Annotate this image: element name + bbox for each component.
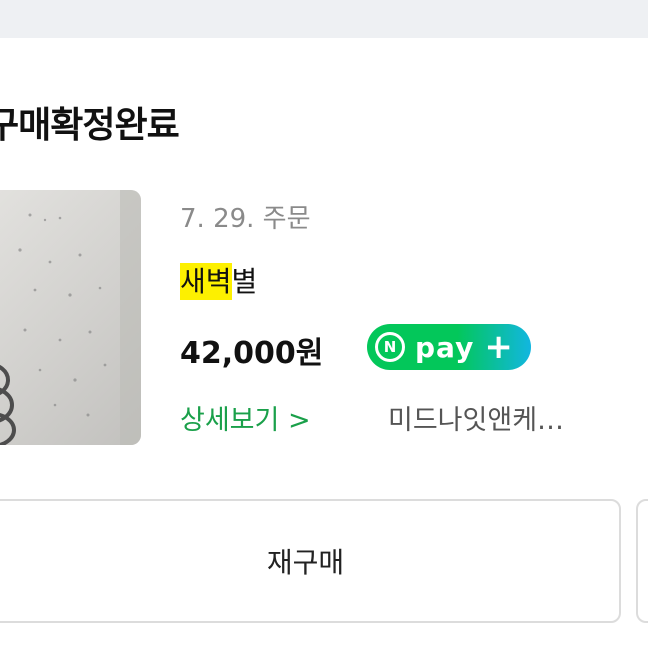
product-name-highlight: 새벽 [180, 263, 232, 300]
npay-plus-badge: N pay + [367, 324, 531, 370]
product-thumbnail[interactable] [0, 190, 141, 445]
order-status-title: 구매확정완료 [0, 105, 180, 146]
product-name[interactable]: 새벽별 [180, 260, 257, 300]
npay-label: pay [415, 330, 475, 364]
order-date: 7. 29. 주문 [180, 204, 311, 234]
reorder-button[interactable]: 재구매 [0, 499, 621, 623]
product-price: 42,000원 [180, 336, 324, 371]
product-name-rest: 별 [231, 265, 258, 298]
reorder-button-label: 재구매 [266, 546, 345, 579]
notebook-photo [0, 190, 141, 445]
secondary-action-button[interactable] [636, 499, 648, 623]
plus-icon: + [484, 327, 513, 367]
top-background-strip [0, 0, 648, 38]
view-details-link[interactable]: 상세보기 > [180, 398, 311, 437]
seller-name[interactable]: 미드나잇앤케… [388, 398, 564, 437]
npay-n-icon: N [375, 332, 405, 362]
